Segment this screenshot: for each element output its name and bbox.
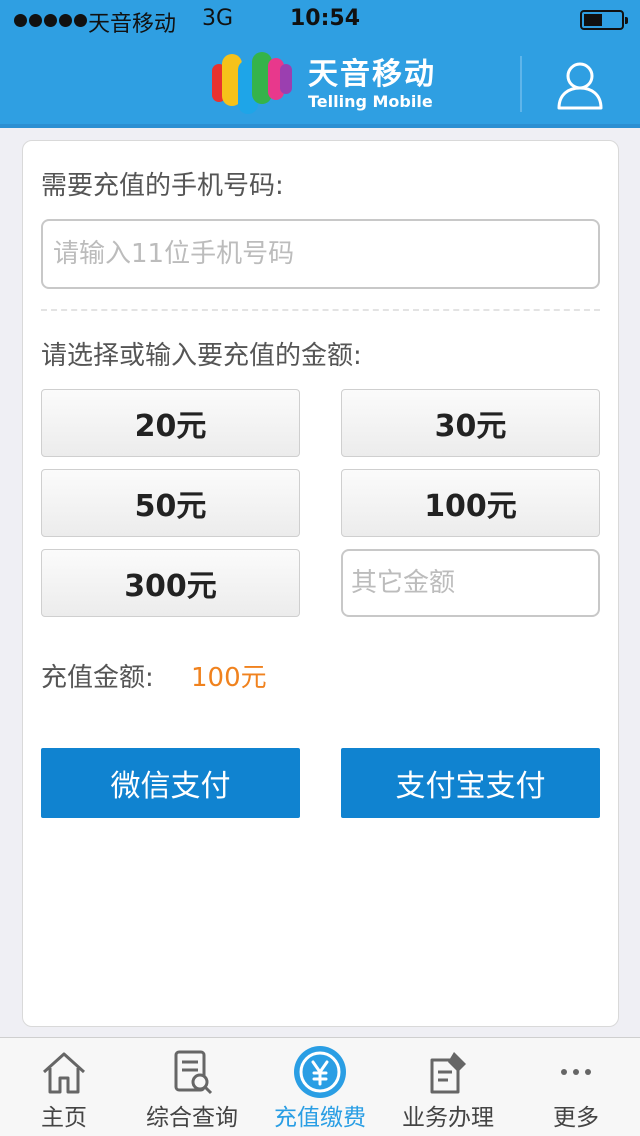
total-amount-label: 充值金额: [41, 663, 154, 693]
user-profile-button[interactable] [556, 60, 604, 112]
tab-query[interactable]: 综合查询 [128, 1038, 256, 1136]
app-header: 天音移动 3G 10:54 天音移动 Telling Mobile [0, 0, 640, 128]
query-icon [174, 1050, 213, 1095]
bottom-tab-bar: 主页 综合查询 充值缴费 业务办理 更多 [0, 1037, 640, 1136]
alipay-button[interactable]: 支付宝支付 [341, 748, 600, 818]
amount-button-100[interactable]: 100元 [341, 469, 600, 537]
status-bar: 天音移动 3G 10:54 [0, 0, 640, 40]
battery-icon [580, 10, 628, 30]
divider [41, 309, 600, 311]
signal-strength-icon [14, 8, 87, 27]
tab-more-label: 更多 [553, 1105, 599, 1131]
app-logo: 天音移动 Telling Mobile [210, 48, 440, 118]
header-divider [520, 56, 522, 112]
logo-subtitle: Telling Mobile [308, 92, 433, 111]
logo-title: 天音移动 [308, 57, 436, 92]
recharge-card: 需要充值的手机号码: 请选择或输入要充值的金额: 20元 30元 50元 100… [22, 140, 619, 1027]
user-icon [557, 62, 603, 110]
phone-number-input[interactable] [41, 219, 600, 289]
tab-home[interactable]: 主页 [0, 1038, 128, 1136]
amount-button-50[interactable]: 50元 [41, 469, 300, 537]
other-amount-input[interactable] [341, 549, 600, 617]
total-amount-value: 100元 [191, 663, 267, 693]
amount-button-30[interactable]: 30元 [341, 389, 600, 457]
phone-label: 需要充值的手机号码: [41, 171, 284, 201]
carrier-name: 天音移动 [88, 12, 177, 37]
wechat-pay-button[interactable]: 微信支付 [41, 748, 300, 818]
tab-recharge-label: 充值缴费 [274, 1105, 366, 1131]
tab-business-label: 业务办理 [402, 1105, 494, 1131]
business-icon [430, 1052, 466, 1094]
logo-mark-icon [212, 52, 292, 114]
tab-business[interactable]: 业务办理 [384, 1038, 512, 1136]
more-icon [561, 1069, 591, 1075]
status-time: 10:54 [290, 6, 361, 31]
amount-button-20[interactable]: 20元 [41, 389, 300, 457]
tab-home-label: 主页 [41, 1105, 87, 1131]
tab-more[interactable]: 更多 [512, 1038, 640, 1136]
amount-button-300[interactable]: 300元 [41, 549, 300, 617]
tab-recharge[interactable]: 充值缴费 [256, 1038, 384, 1136]
home-icon [42, 1052, 86, 1094]
network-type: 3G [202, 6, 234, 31]
tab-query-label: 综合查询 [146, 1105, 238, 1131]
yuan-icon [294, 1046, 346, 1098]
amount-label: 请选择或输入要充值的金额: [41, 341, 362, 371]
